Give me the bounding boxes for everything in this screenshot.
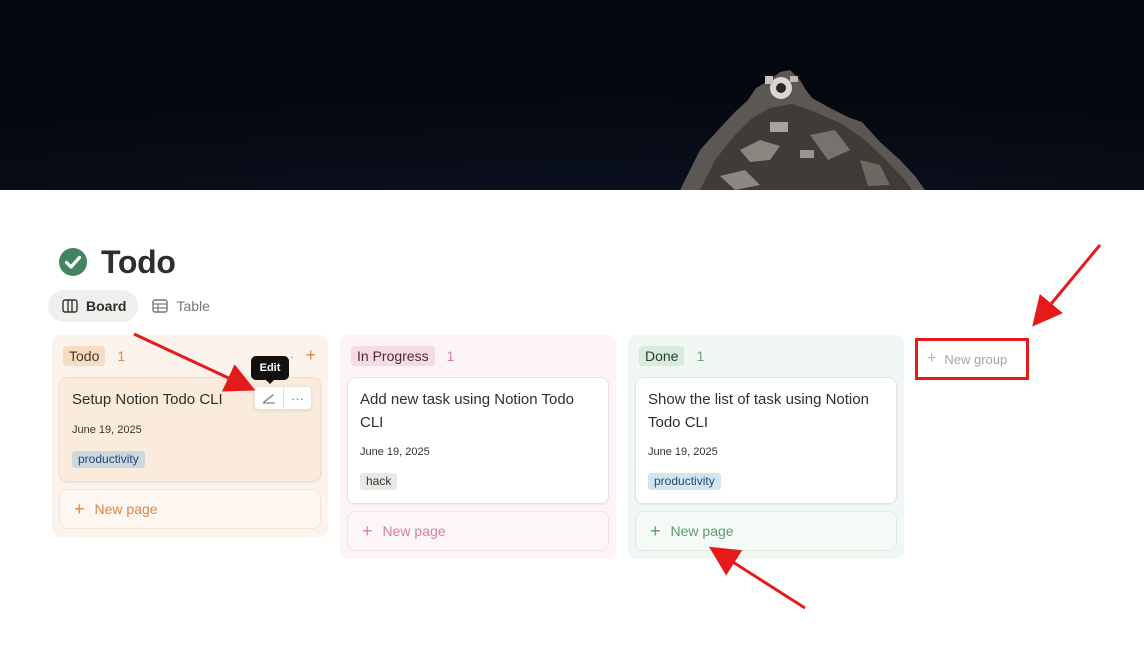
new-group-label: New group xyxy=(944,351,1008,367)
board-card[interactable]: Add new task using Notion Todo CLI June … xyxy=(347,377,609,504)
new-group-button[interactable]: + New group xyxy=(915,338,1029,380)
card-date: June 19, 2025 xyxy=(72,424,142,436)
view-tabs: Board Table xyxy=(48,290,222,322)
column-header: Done 1 xyxy=(639,346,704,366)
more-dots-icon: ··· xyxy=(291,390,304,406)
new-page-button[interactable]: + New page xyxy=(59,489,321,529)
plus-icon: + xyxy=(362,520,373,541)
card-date: June 19, 2025 xyxy=(648,446,718,458)
tab-table[interactable]: Table xyxy=(138,290,221,322)
arrow-to-new-group xyxy=(1032,244,1102,327)
plus-icon: + xyxy=(74,498,85,519)
card-title: Add new task using Notion Todo CLI xyxy=(360,391,575,431)
plus-icon: + xyxy=(650,520,661,541)
column-count: 1 xyxy=(446,348,455,364)
column-header: In Progress 1 xyxy=(351,346,454,366)
check-circle-icon[interactable] xyxy=(58,247,88,277)
tab-table-label: Table xyxy=(176,298,210,314)
card-title: Show the list of task using Notion Todo … xyxy=(648,391,869,431)
add-icon[interactable]: + xyxy=(305,345,316,366)
card-tag: productivity xyxy=(648,473,721,490)
new-page-button[interactable]: + New page xyxy=(635,511,897,551)
board-column-in-progress: In Progress 1 Add new task using Notion … xyxy=(340,335,616,559)
new-page-label: New page xyxy=(382,523,446,539)
board-icon xyxy=(62,299,78,313)
status-badge[interactable]: Todo xyxy=(63,346,106,366)
column-count: 1 xyxy=(696,348,705,364)
status-badge[interactable]: Done xyxy=(639,346,685,366)
card-actions: ··· xyxy=(254,386,312,410)
card-title: Setup Notion Todo CLI xyxy=(72,391,223,408)
edit-tooltip: Edit xyxy=(251,356,289,384)
status-badge[interactable]: In Progress xyxy=(351,346,435,366)
edit-button[interactable] xyxy=(255,387,283,409)
new-page-label: New page xyxy=(94,501,158,517)
page-title[interactable]: Todo xyxy=(101,244,176,281)
page-title-row: Todo xyxy=(58,244,176,280)
tooltip-label: Edit xyxy=(259,362,281,374)
card-date: June 19, 2025 xyxy=(360,446,430,458)
board-card[interactable]: Setup Notion Todo CLI June 19, 2025 prod… xyxy=(59,377,321,482)
table-icon xyxy=(152,299,169,313)
plus-icon: + xyxy=(927,350,937,367)
new-page-button[interactable]: + New page xyxy=(347,511,609,551)
more-button[interactable]: ··· xyxy=(283,387,311,409)
column-count: 1 xyxy=(117,348,126,364)
space-station-image xyxy=(680,70,925,190)
column-header: Todo 1 xyxy=(63,346,125,366)
board-card[interactable]: Show the list of task using Notion Todo … xyxy=(635,377,897,504)
card-tag: hack xyxy=(360,473,398,490)
new-page-label: New page xyxy=(670,523,734,539)
cover-image xyxy=(0,0,1144,190)
tab-board[interactable]: Board xyxy=(48,290,139,322)
card-tag: productivity xyxy=(72,451,145,468)
pencil-icon xyxy=(263,394,275,404)
board-column-done: Done 1 Show the list of task using Notio… xyxy=(628,335,904,559)
tab-board-label: Board xyxy=(86,298,127,314)
